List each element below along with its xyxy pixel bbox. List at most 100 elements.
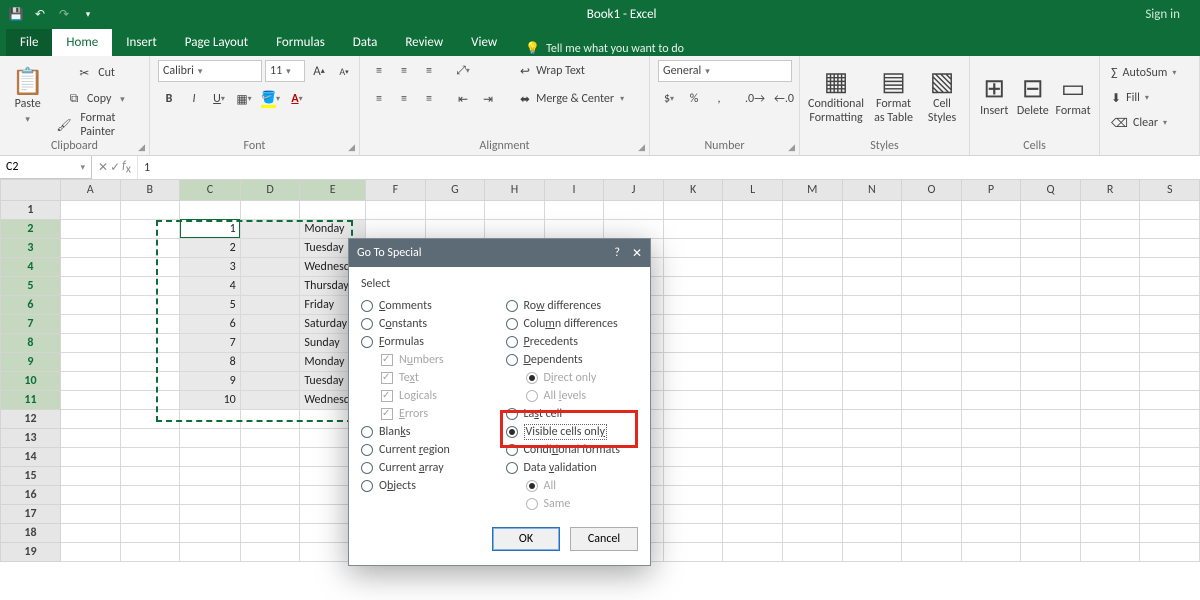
- merge-center-button[interactable]: ⬌Merge & Center▾: [517, 88, 647, 110]
- cell-K9[interactable]: [663, 352, 723, 371]
- cell-K8[interactable]: [663, 333, 723, 352]
- cell-N3[interactable]: [842, 238, 902, 257]
- qat-dropdown-icon[interactable]: ▾: [78, 4, 98, 24]
- tab-home[interactable]: Home: [52, 29, 112, 56]
- cell-R19[interactable]: [1080, 542, 1140, 561]
- cell-N13[interactable]: [842, 428, 902, 447]
- cell-Q4[interactable]: [1021, 257, 1081, 276]
- cell-O11[interactable]: [902, 390, 962, 409]
- column-header-D[interactable]: D: [240, 180, 300, 200]
- cell-L3[interactable]: [723, 238, 783, 257]
- delete-cells-button[interactable]: ⊟Delete: [1017, 60, 1050, 132]
- cell-Q13[interactable]: [1021, 428, 1081, 447]
- radio-dependents[interactable]: Dependents: [506, 351, 639, 369]
- column-header-G[interactable]: G: [425, 180, 485, 200]
- font-name-combo[interactable]: Calibri▾: [158, 60, 262, 82]
- cell-R14[interactable]: [1080, 447, 1140, 466]
- row-header-12[interactable]: 12: [1, 409, 61, 428]
- cell-O10[interactable]: [902, 371, 962, 390]
- cell-O7[interactable]: [902, 314, 962, 333]
- tab-review[interactable]: Review: [391, 29, 457, 56]
- cell-G1[interactable]: [425, 200, 485, 219]
- cell-P16[interactable]: [961, 485, 1021, 504]
- redo-icon[interactable]: ↷: [54, 4, 74, 24]
- cell-M13[interactable]: [782, 428, 842, 447]
- column-header-N[interactable]: N: [842, 180, 902, 200]
- radio-comments[interactable]: Comments: [361, 297, 494, 315]
- cell-A18[interactable]: [60, 523, 120, 542]
- fill-color-button[interactable]: 🪣▾: [258, 88, 283, 110]
- cell-P8[interactable]: [961, 333, 1021, 352]
- cell-L11[interactable]: [723, 390, 783, 409]
- column-header-C[interactable]: C: [180, 180, 241, 200]
- font-launcher-icon[interactable]: ◢: [348, 142, 355, 153]
- cell-K3[interactable]: [663, 238, 723, 257]
- row-header-2[interactable]: 2: [1, 219, 61, 238]
- cell-N16[interactable]: [842, 485, 902, 504]
- tab-file[interactable]: File: [6, 29, 52, 56]
- cell-P6[interactable]: [961, 295, 1021, 314]
- row-header-8[interactable]: 8: [1, 333, 61, 352]
- dialog-close-icon[interactable]: ✕: [632, 246, 642, 261]
- tab-view[interactable]: View: [457, 29, 511, 56]
- cell-R2[interactable]: [1080, 219, 1140, 238]
- cancel-formula-icon[interactable]: ✕: [98, 160, 108, 175]
- column-header-I[interactable]: I: [544, 180, 604, 200]
- cell-L5[interactable]: [723, 276, 783, 295]
- fill-button[interactable]: ⬇Fill▾: [1108, 87, 1152, 109]
- row-header-10[interactable]: 10: [1, 371, 61, 390]
- cell-C9[interactable]: 8: [180, 352, 241, 371]
- cell-O16[interactable]: [902, 485, 962, 504]
- cell-S15[interactable]: [1140, 466, 1200, 485]
- cell-L17[interactable]: [723, 504, 783, 523]
- cell-M7[interactable]: [782, 314, 842, 333]
- cell-C5[interactable]: 4: [180, 276, 241, 295]
- cell-Q16[interactable]: [1021, 485, 1081, 504]
- cell-A2[interactable]: [60, 219, 120, 238]
- cell-O18[interactable]: [902, 523, 962, 542]
- cell-P4[interactable]: [961, 257, 1021, 276]
- conditional-formatting-button[interactable]: ▦Conditional Formatting: [808, 60, 864, 132]
- cell-N10[interactable]: [842, 371, 902, 390]
- orientation-icon[interactable]: ⤢▾: [452, 60, 474, 82]
- cell-P13[interactable]: [961, 428, 1021, 447]
- cell-O5[interactable]: [902, 276, 962, 295]
- row-header-5[interactable]: 5: [1, 276, 61, 295]
- format-as-table-button[interactable]: ▤Format as Table: [870, 60, 917, 132]
- cell-D12[interactable]: [240, 409, 300, 428]
- cell-M14[interactable]: [782, 447, 842, 466]
- cell-E2[interactable]: Monday: [300, 219, 366, 238]
- cell-D4[interactable]: [240, 257, 300, 276]
- cell-O4[interactable]: [902, 257, 962, 276]
- cell-B12[interactable]: [120, 409, 180, 428]
- cell-Q14[interactable]: [1021, 447, 1081, 466]
- cell-B11[interactable]: [120, 390, 180, 409]
- tab-page-layout[interactable]: Page Layout: [171, 29, 262, 56]
- cell-B6[interactable]: [120, 295, 180, 314]
- cell-D15[interactable]: [240, 466, 300, 485]
- cell-S7[interactable]: [1140, 314, 1200, 333]
- cell-C14[interactable]: [180, 447, 241, 466]
- cell-A8[interactable]: [60, 333, 120, 352]
- tab-insert[interactable]: Insert: [112, 29, 171, 56]
- cell-L14[interactable]: [723, 447, 783, 466]
- cell-B13[interactable]: [120, 428, 180, 447]
- number-format-combo[interactable]: General▾: [658, 60, 792, 82]
- accounting-format-icon[interactable]: $▾: [658, 88, 680, 110]
- cell-D8[interactable]: [240, 333, 300, 352]
- cell-L1[interactable]: [723, 200, 783, 219]
- italic-button[interactable]: I: [183, 88, 205, 110]
- cut-button[interactable]: ✂ Cut: [53, 62, 141, 84]
- cell-R13[interactable]: [1080, 428, 1140, 447]
- cell-O13[interactable]: [902, 428, 962, 447]
- cell-N6[interactable]: [842, 295, 902, 314]
- cell-S4[interactable]: [1140, 257, 1200, 276]
- cell-H1[interactable]: [485, 200, 545, 219]
- borders-button[interactable]: ▦▾: [233, 88, 255, 110]
- cell-L19[interactable]: [723, 542, 783, 561]
- align-middle-icon[interactable]: ≡: [393, 60, 415, 82]
- cell-Q2[interactable]: [1021, 219, 1081, 238]
- cell-L8[interactable]: [723, 333, 783, 352]
- cell-Q10[interactable]: [1021, 371, 1081, 390]
- cell-B4[interactable]: [120, 257, 180, 276]
